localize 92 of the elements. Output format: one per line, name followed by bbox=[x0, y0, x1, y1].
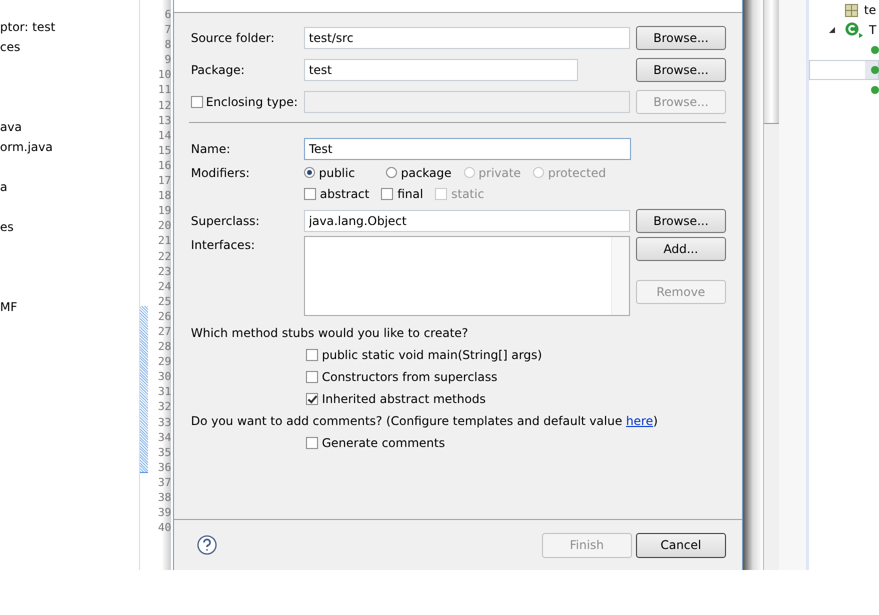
line-number: 37 bbox=[157, 474, 172, 490]
question-text: Do you want to add comments? (Configure templates and default value here) bbox=[190, 413, 659, 430]
line-number: 16 bbox=[157, 158, 172, 174]
line-number: 18 bbox=[157, 188, 172, 204]
browse-button[interactable]: Browse... bbox=[636, 26, 726, 50]
checkbox[interactable] bbox=[190, 96, 203, 108]
option-label: private bbox=[478, 166, 521, 180]
line-number: 22 bbox=[157, 248, 172, 264]
line-number: 33 bbox=[157, 414, 172, 430]
line-number: 21 bbox=[157, 233, 172, 248]
radio-button[interactable] bbox=[304, 167, 315, 178]
option-label: package bbox=[400, 166, 452, 180]
method-icon bbox=[871, 46, 879, 54]
file-name[interactable]: ava bbox=[0, 120, 22, 134]
line-number: 32 bbox=[157, 399, 172, 415]
field-label: Modifiers: bbox=[190, 166, 251, 180]
line-number: 8 bbox=[164, 37, 172, 52]
option-label: protected bbox=[548, 166, 606, 180]
option-label: static bbox=[451, 186, 484, 200]
line-number: 6 bbox=[164, 7, 172, 22]
scrollbar[interactable] bbox=[762, 0, 779, 570]
help-icon[interactable] bbox=[196, 535, 217, 555]
outline-label[interactable]: te bbox=[864, 3, 876, 17]
option-label: final bbox=[397, 186, 424, 200]
checkbox[interactable] bbox=[306, 393, 318, 405]
file-name[interactable]: a bbox=[0, 180, 8, 194]
line-number: 26 bbox=[157, 308, 172, 324]
line-number: 35 bbox=[157, 444, 172, 460]
line-number: 40 bbox=[157, 520, 172, 536]
question-text: Which method stubs would you like to create? bbox=[190, 325, 470, 342]
line-number: 20 bbox=[157, 218, 172, 234]
file-name[interactable]: orm.java bbox=[0, 140, 53, 154]
option-label: Generate comments bbox=[322, 436, 445, 450]
line-number: 17 bbox=[157, 173, 172, 188]
checkbox[interactable] bbox=[381, 188, 394, 200]
option-label: abstract bbox=[320, 186, 370, 200]
line-number: 38 bbox=[157, 490, 172, 506]
line-number: 36 bbox=[157, 460, 172, 475]
option-label: Constructors from superclass bbox=[322, 370, 498, 384]
line-number: 31 bbox=[157, 384, 172, 400]
field-label: Package: bbox=[190, 63, 246, 77]
line-number: 29 bbox=[157, 354, 172, 370]
field-label: Superclass: bbox=[190, 214, 261, 228]
line-number: 34 bbox=[157, 430, 172, 445]
here-link[interactable]: here bbox=[626, 414, 654, 428]
option-label: public static void main(String[] args) bbox=[322, 348, 542, 362]
input-field[interactable]: test bbox=[304, 59, 578, 81]
class-icon bbox=[845, 22, 864, 38]
file-name[interactable]: ces bbox=[0, 40, 20, 54]
browse-button[interactable]: Browse... bbox=[636, 209, 726, 233]
line-number: 28 bbox=[157, 339, 172, 354]
checkbox[interactable] bbox=[306, 349, 318, 361]
checkbox[interactable] bbox=[306, 371, 318, 383]
line-number: 39 bbox=[157, 505, 172, 520]
outline-label[interactable]: T bbox=[869, 23, 876, 37]
file-name[interactable]: ptor: test bbox=[0, 20, 56, 34]
file-name[interactable]: es bbox=[0, 220, 14, 234]
field-label: Interfaces: bbox=[190, 237, 256, 252]
line-number: 25 bbox=[157, 294, 172, 309]
interfaces-list[interactable] bbox=[304, 236, 630, 316]
method-icon bbox=[871, 66, 879, 74]
line-number: 14 bbox=[157, 128, 172, 143]
checkbox[interactable] bbox=[304, 188, 316, 200]
browse-button[interactable]: Browse... bbox=[636, 58, 726, 82]
line-number: 13 bbox=[157, 112, 172, 128]
file-name[interactable]: MF bbox=[0, 300, 18, 314]
line-number: 30 bbox=[157, 369, 172, 384]
input-field[interactable]: java.lang.Object bbox=[304, 210, 630, 232]
field-label: Enclosing type: bbox=[206, 95, 298, 109]
line-number: 19 bbox=[157, 203, 172, 218]
option-label: Inherited abstract methods bbox=[322, 392, 486, 406]
line-number: 7 bbox=[164, 22, 172, 38]
field-label: Source folder: bbox=[190, 31, 276, 45]
add-button[interactable]: Add... bbox=[636, 237, 726, 261]
line-number: 23 bbox=[157, 264, 172, 279]
checkbox[interactable] bbox=[306, 437, 318, 449]
line-number: 9 bbox=[164, 52, 172, 68]
line-number: 12 bbox=[157, 98, 172, 113]
method-icon bbox=[871, 86, 879, 94]
line-number: 10 bbox=[157, 67, 172, 82]
option-label: public bbox=[318, 166, 355, 180]
package-icon bbox=[845, 4, 858, 16]
cancel-button[interactable]: Cancel bbox=[636, 532, 726, 558]
field-label: Name: bbox=[190, 142, 232, 156]
input-field[interactable]: Test bbox=[304, 138, 631, 160]
input-field[interactable]: test/src bbox=[304, 27, 630, 49]
collapse-triangle-icon[interactable] bbox=[829, 27, 836, 33]
line-number: 27 bbox=[157, 324, 172, 340]
radio-button[interactable] bbox=[386, 167, 397, 178]
line-number: 24 bbox=[157, 278, 172, 294]
line-number: 15 bbox=[157, 142, 172, 158]
line-number: 11 bbox=[157, 82, 172, 98]
